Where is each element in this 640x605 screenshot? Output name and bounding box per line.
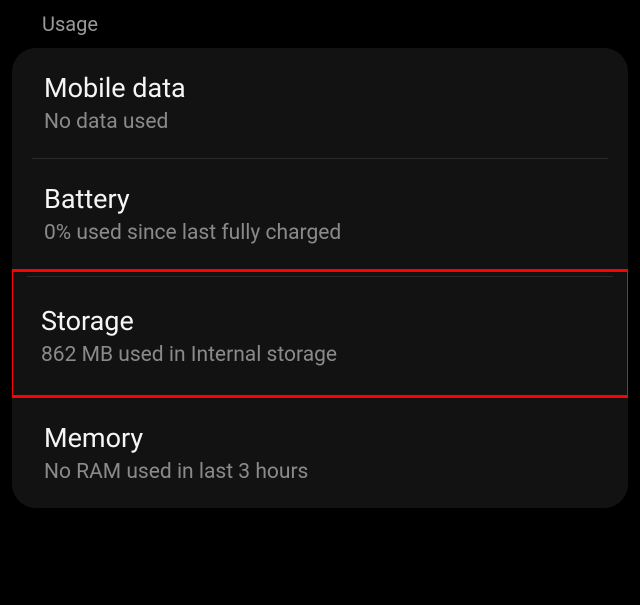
mobile-data-item[interactable]: Mobile data No data used [12, 48, 628, 158]
storage-title: Storage [41, 305, 599, 337]
storage-subtitle: 862 MB used in Internal storage [41, 343, 599, 367]
storage-highlight: Storage 862 MB used in Internal storage [12, 269, 628, 398]
storage-item[interactable]: Storage 862 MB used in Internal storage [13, 277, 627, 395]
mobile-data-subtitle: No data used [44, 110, 596, 134]
battery-item[interactable]: Battery 0% used since last fully charged [12, 159, 628, 269]
memory-subtitle: No RAM used in last 3 hours [44, 460, 596, 484]
usage-section-header: Usage [0, 0, 640, 48]
mobile-data-title: Mobile data [44, 72, 596, 104]
memory-item[interactable]: Memory No RAM used in last 3 hours [12, 398, 628, 508]
battery-title: Battery [44, 183, 596, 215]
battery-subtitle: 0% used since last fully charged [44, 221, 596, 245]
memory-title: Memory [44, 422, 596, 454]
usage-card: Mobile data No data used Battery 0% used… [12, 48, 628, 508]
